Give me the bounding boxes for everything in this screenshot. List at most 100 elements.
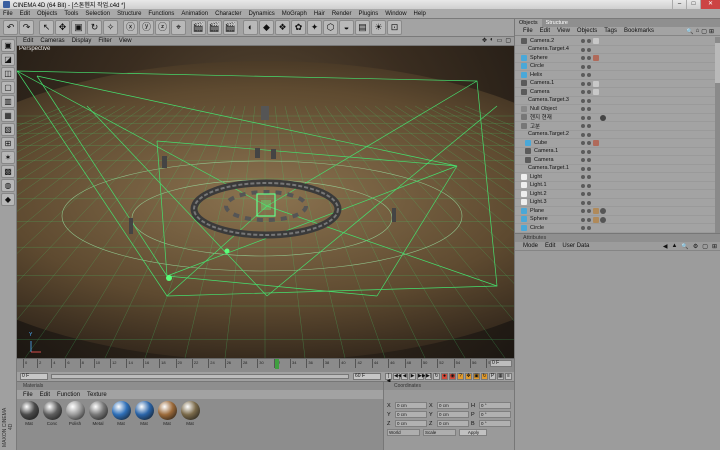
toolbar-tool-icon[interactable]: ◆ [259,20,274,35]
render-visibility-dot[interactable] [587,90,591,94]
tag-icon[interactable] [593,216,599,223]
editor-visibility-dot[interactable] [581,81,585,86]
toolbar-tool-icon[interactable]: ↖ [39,20,54,35]
render-visibility-dot[interactable] [587,115,591,120]
tab-objects[interactable]: Objects [515,19,542,27]
tag-icon[interactable] [593,55,599,61]
material-menu-file[interactable]: File [23,392,33,398]
toolbar-tool-icon[interactable]: ▤ [355,20,370,35]
viewport-nav-icon[interactable]: ◐ [490,37,494,44]
render-visibility-dot[interactable] [587,200,591,205]
editor-visibility-dot[interactable] [581,175,585,179]
size-field[interactable]: 0 cm [437,411,469,418]
attributes-nav-icon[interactable]: ▲ [671,243,677,250]
viewport-nav-icon[interactable]: ✥ [482,37,487,44]
left-palette-icon[interactable]: ⊞ [1,137,15,150]
menu-file[interactable]: File [3,11,13,17]
position-field[interactable]: 0 cm [395,411,427,418]
render-visibility-dot[interactable] [587,81,591,86]
new-window-icon[interactable]: ▢ [701,28,707,35]
search-icon[interactable]: 🔍 [686,28,693,35]
timeline-options-button[interactable]: ≡ [505,373,512,380]
menu-edit[interactable]: Edit [20,11,30,17]
viewport-menu-filter[interactable]: Filter [98,38,111,44]
editor-visibility-dot[interactable] [581,226,585,230]
editor-visibility-dot[interactable] [581,141,585,145]
object-row[interactable]: Camera.2 [515,37,720,46]
editor-visibility-dot[interactable] [581,183,585,188]
max-frame-field[interactable]: 60 F [353,373,381,380]
toolbar-tool-icon[interactable]: ✥ [55,20,70,35]
render-visibility-dot[interactable] [587,56,591,60]
material-swatch[interactable]: Conc [42,401,62,448]
go-end-button[interactable]: ▶| [425,373,432,380]
object-row[interactable]: Circle [515,224,720,233]
material-menu-texture[interactable]: Texture [87,392,107,398]
toolbar-tool-icon[interactable]: ✿ [291,20,306,35]
attributes-nav-icon[interactable]: ◀ [663,243,668,250]
tag-icon[interactable] [593,89,599,95]
menu-mograph[interactable]: MoGraph [282,11,307,17]
coord-mode-select[interactable]: World [387,429,420,436]
toolbar-tool-icon[interactable]: ⓨ [139,20,154,35]
object-row[interactable]: Sphere [515,216,720,224]
position-field[interactable]: 0 cm [395,402,427,409]
keyframe-selection-button[interactable]: ? [457,373,464,380]
object-row[interactable]: Camera.1 [515,148,720,156]
object-menu-view[interactable]: View [557,28,570,34]
rotation-field[interactable]: 0 ° [479,420,511,427]
editor-visibility-dot[interactable] [581,192,585,196]
left-palette-icon[interactable]: ✶ [1,151,15,164]
size-field[interactable]: 0 cm [437,402,469,409]
timeline[interactable]: 0246810121416182022242628303234363840424… [17,358,514,372]
object-row[interactable]: Light.2 [515,190,720,199]
object-menu-tags[interactable]: Tags [604,28,617,34]
toolbar-tool-icon[interactable]: ▣ [71,20,86,35]
apply-button[interactable]: Apply [459,429,487,436]
editor-visibility-dot[interactable] [581,149,585,154]
material-menu-function[interactable]: Function [57,392,80,398]
left-palette-icon[interactable]: ▥ [1,95,15,108]
object-row[interactable]: Helix [515,71,720,80]
editor-visibility-dot[interactable] [581,217,585,222]
left-palette-icon[interactable]: ◪ [1,53,15,66]
object-row[interactable]: 고분 [515,122,720,131]
object-menu-file[interactable]: File [523,28,533,34]
left-palette-icon[interactable]: ▧ [1,123,15,136]
current-frame-field[interactable]: 0 F [20,373,48,380]
autokey-button[interactable]: ◉ [449,373,456,380]
menu-hair[interactable]: Hair [314,11,325,17]
render-visibility-dot[interactable] [587,98,591,103]
object-row[interactable]: Camera.1 [515,80,720,88]
left-palette-icon[interactable]: ◍ [1,179,15,192]
toolbar-tool-icon[interactable]: ↻ [87,20,102,35]
render-visibility-dot[interactable] [587,107,591,111]
position-key-button[interactable]: ✥ [465,373,472,380]
perspective-viewport[interactable]: Y Perspective [17,46,514,358]
menu-functions[interactable]: Functions [148,11,174,17]
object-row[interactable]: Light.3 [515,199,720,207]
material-swatch[interactable]: Polish [65,401,85,448]
toolbar-tool-icon[interactable]: ✦ [307,20,322,35]
editor-visibility-dot[interactable] [581,47,585,52]
editor-visibility-dot[interactable] [581,124,585,128]
tag-icon[interactable] [593,140,599,146]
toolbar-tool-icon[interactable]: 🎬 [191,20,206,35]
play-button[interactable]: ▶ [409,373,416,380]
object-row[interactable]: 헨지 현재 [515,114,720,122]
menu-selection[interactable]: Selection [85,11,110,17]
toolbar-tool-icon[interactable]: ◐ [243,20,258,35]
attributes-nav-icon[interactable]: ⊞ [712,243,717,250]
editor-visibility-dot[interactable] [581,64,585,69]
object-tree-scrollbar[interactable] [715,37,720,233]
object-row[interactable]: Camera.Target.2 [515,131,720,139]
material-menu-edit[interactable]: Edit [40,392,50,398]
attributes-nav-icon[interactable]: 🔍 [681,243,688,250]
object-row[interactable]: Camera.Target.4 [515,46,720,54]
render-visibility-dot[interactable] [587,166,591,171]
viewport-menu-edit[interactable]: Edit [23,38,33,44]
attributes-nav-icon[interactable]: ▢ [702,243,708,250]
toolbar-tool-icon[interactable]: 🎬 [223,20,238,35]
play-back-button[interactable]: ◀ [401,373,408,380]
editor-visibility-dot[interactable] [581,200,585,205]
